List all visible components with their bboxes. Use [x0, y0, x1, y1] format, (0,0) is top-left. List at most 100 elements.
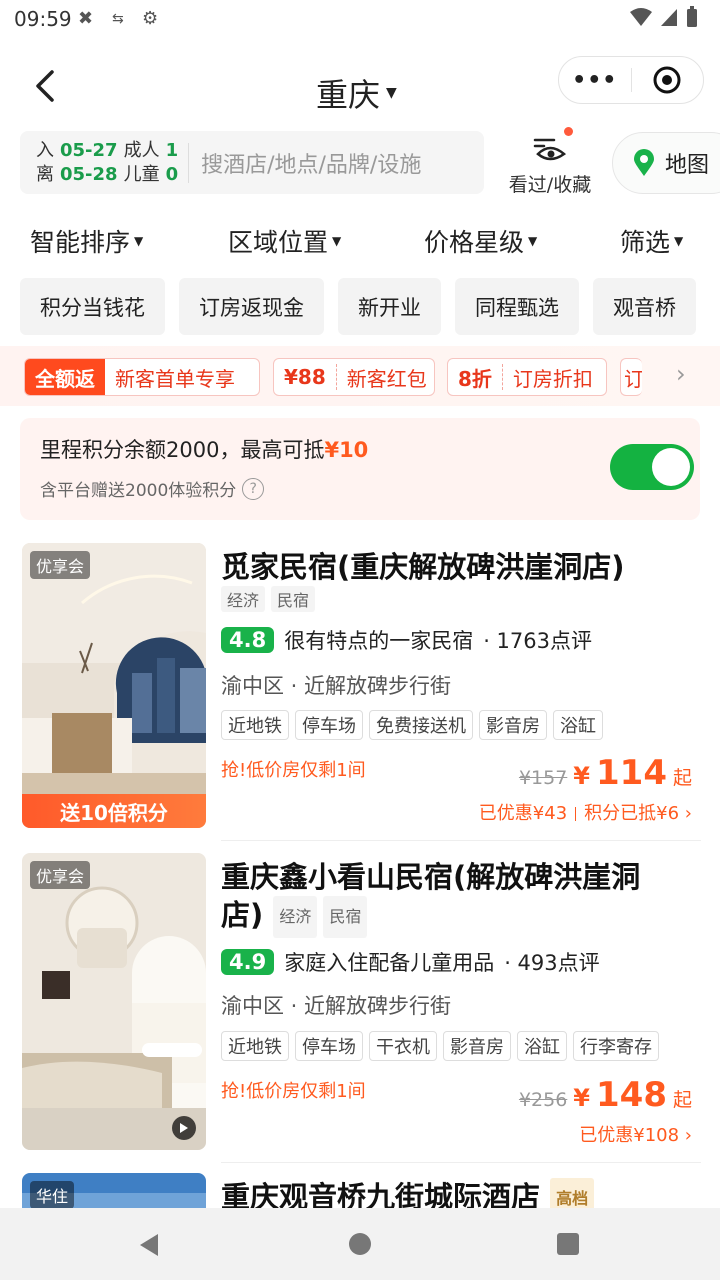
sort-filter[interactable]: 筛选 ▼: [620, 223, 683, 259]
original-price: ¥157: [518, 767, 568, 789]
caret-down-icon: ▼: [528, 234, 538, 248]
sort-price-star[interactable]: 价格星级 ▼: [424, 223, 537, 259]
coupon-full-return[interactable]: 全额返 新客首单专享: [24, 358, 260, 396]
hotel-location: 渝中区 · 近解放碑步行街: [221, 674, 452, 698]
status-time: 09:59: [14, 7, 72, 31]
review-summary: 很有特点的一家民宿: [284, 629, 474, 653]
facility-tags: 近地铁 停车场 免费接送机 影音房 浴缸: [221, 710, 603, 740]
checkout-date: 05-28: [60, 163, 118, 185]
review-summary: 家庭入住配备儿童用品: [284, 951, 495, 975]
notification-icon: ✖: [78, 8, 94, 29]
hotel-name: 觅家民宿(重庆解放碑洪崖洞店): [221, 550, 625, 584]
city-name: 重庆: [316, 76, 381, 114]
quick-tag[interactable]: 订房返现金: [179, 278, 324, 335]
settings-gear-icon: ⚙: [142, 8, 159, 29]
bonus-points-banner: 送10倍积分: [22, 794, 206, 828]
help-question-icon[interactable]: ?: [242, 477, 265, 500]
signal-icon: [661, 9, 677, 26]
hotel-photo[interactable]: 优享会: [22, 853, 206, 1150]
use-points-toggle[interactable]: [610, 444, 694, 490]
viewed-favorites-button[interactable]: 看过/收藏: [500, 127, 600, 196]
hotel-price: ¥157 ¥114 起: [518, 753, 692, 793]
hotel-type-tag: 民宿: [323, 896, 368, 938]
status-bar: 09:59 ✖ ⇆ ⚙: [0, 0, 720, 40]
date-guest-picker[interactable]: 入 05-27 成人 1 离 05-28 儿童 0: [20, 139, 178, 187]
original-price: ¥256: [518, 1089, 568, 1111]
member-badge: 优享会: [30, 551, 91, 579]
hotel-location: 渝中区 · 近解放碑步行街: [221, 994, 452, 1018]
caret-down-icon: ▼: [134, 234, 144, 248]
quick-tag-row: 积分当钱花 订房返现金 新开业 同程甄选 观音桥: [20, 278, 720, 336]
search-input[interactable]: 搜酒店/地点/品牌/设施: [201, 147, 421, 179]
points-sub-text: 含平台赠送2000体验积分: [40, 481, 237, 501]
caret-down-icon: ▼: [674, 234, 684, 248]
quick-tag[interactable]: 观音桥: [593, 278, 696, 335]
back-arrow-icon[interactable]: [28, 66, 68, 106]
sort-area[interactable]: 区域位置 ▼: [228, 223, 341, 259]
coupon-partial[interactable]: 订: [620, 358, 642, 396]
coupon-strip: 全额返 新客首单专享 ¥88 新客红包 8折 订房折扣 订: [0, 346, 720, 406]
hotel-type-tag: 经济: [221, 586, 266, 612]
current-price: 148: [596, 1075, 667, 1115]
points-balance-text: 里程积分余额2000，最高可抵: [40, 438, 325, 462]
nav-recents-icon[interactable]: [556, 1232, 580, 1256]
video-play-icon[interactable]: [172, 1116, 196, 1140]
miniprogram-capsule: •••: [558, 56, 704, 104]
eye-history-icon: [533, 138, 567, 161]
discount-info[interactable]: 已优惠¥43 积分已抵¥6 ›: [479, 799, 692, 825]
search-box[interactable]: 入 05-27 成人 1 离 05-28 儿童 0 搜酒店/地点/品牌/设施: [20, 131, 484, 194]
current-price: 114: [596, 753, 667, 793]
checkin-date: 05-27: [60, 139, 118, 161]
rating-score: 4.8: [221, 627, 275, 653]
city-selector[interactable]: 重庆 ▼: [316, 70, 397, 116]
hotel-price: ¥256 ¥148 起: [518, 1075, 692, 1115]
hotel-rating: 4.8 很有特点的一家民宿 · 1763点评: [221, 625, 592, 655]
data-saver-icon: ⇆: [112, 11, 124, 27]
quick-tag[interactable]: 新开业: [338, 278, 441, 335]
nav-home-icon[interactable]: [348, 1232, 372, 1256]
hotel-name: 重庆鑫小看山民宿(解放碑洪崖洞 店) 经济 民宿: [221, 857, 640, 938]
hotel-grade-tag: 高档: [550, 1178, 595, 1208]
quick-tag[interactable]: 同程甄选: [455, 278, 579, 335]
hotel-card[interactable]: 华住 重庆观音桥九街城际酒店 高档: [0, 1173, 720, 1208]
hotel-type-tag: 经济: [273, 896, 318, 938]
points-max-amount: ¥10: [324, 438, 369, 462]
notification-dot: [564, 127, 573, 136]
hotel-name: 重庆观音桥九街城际酒店 高档: [221, 1177, 595, 1208]
hotel-card[interactable]: 优享会 重庆鑫小看山民宿(解放碑洪崖洞 店) 经济 民宿 4.9 家庭入住配备儿童…: [0, 853, 720, 1153]
hotel-photo[interactable]: 华住: [22, 1173, 206, 1208]
coupon-discount[interactable]: 8折 订房折扣: [447, 358, 607, 396]
points-card: 里程积分余额2000，最高可抵¥10 含平台赠送2000体验积分 ?: [20, 418, 700, 520]
brand-badge: 华住: [30, 1181, 75, 1208]
facility-tags: 近地铁 停车场 干衣机 影音房 浴缸 行李寄存: [221, 1031, 659, 1061]
sort-filter-bar: 智能排序 ▼ 区域位置 ▼ 价格星级 ▼ 筛选 ▼: [0, 215, 720, 265]
chevron-right-icon: ›: [684, 1125, 692, 1146]
hotel-photo[interactable]: 优享会 送10倍积分: [22, 543, 206, 828]
hotel-room-image: [22, 853, 206, 1150]
quick-tag[interactable]: 积分当钱花: [20, 278, 165, 335]
child-count: 0: [165, 163, 179, 185]
discount-info[interactable]: 已优惠¥108 ›: [579, 1121, 692, 1147]
map-button[interactable]: 地图: [612, 132, 720, 194]
nav-back-icon[interactable]: [136, 1232, 162, 1258]
coupon-red-packet[interactable]: ¥88 新客红包: [273, 358, 435, 396]
chevron-right-icon[interactable]: ›: [676, 360, 686, 388]
urgency-text: 抢!低价房仅剩1间: [221, 760, 366, 781]
caret-down-icon: ▼: [332, 234, 342, 248]
rating-score: 4.9: [221, 949, 275, 975]
title-bar: 重庆 ▼ •••: [0, 50, 720, 126]
hotel-rating: 4.9 家庭入住配备儿童用品 · 493点评: [221, 947, 600, 977]
hotel-card[interactable]: 优享会 送10倍积分 觅家民宿(重庆解放碑洪崖洞店) 经济 民宿 4.8 很有特点…: [0, 543, 720, 833]
hotel-room-image: [22, 543, 206, 828]
member-badge: 优享会: [30, 861, 91, 889]
close-miniprogram-icon[interactable]: [632, 66, 704, 94]
more-menu-icon[interactable]: •••: [559, 68, 631, 93]
chevron-right-icon: ›: [684, 803, 692, 824]
review-count: · 493点评: [504, 951, 600, 975]
system-nav-bar: [0, 1208, 720, 1280]
hotel-type-tag: 民宿: [271, 586, 316, 612]
sort-smart[interactable]: 智能排序 ▼: [30, 223, 143, 259]
wifi-icon: [630, 8, 652, 26]
battery-icon: [687, 6, 697, 27]
caret-down-icon: ▼: [386, 85, 397, 101]
